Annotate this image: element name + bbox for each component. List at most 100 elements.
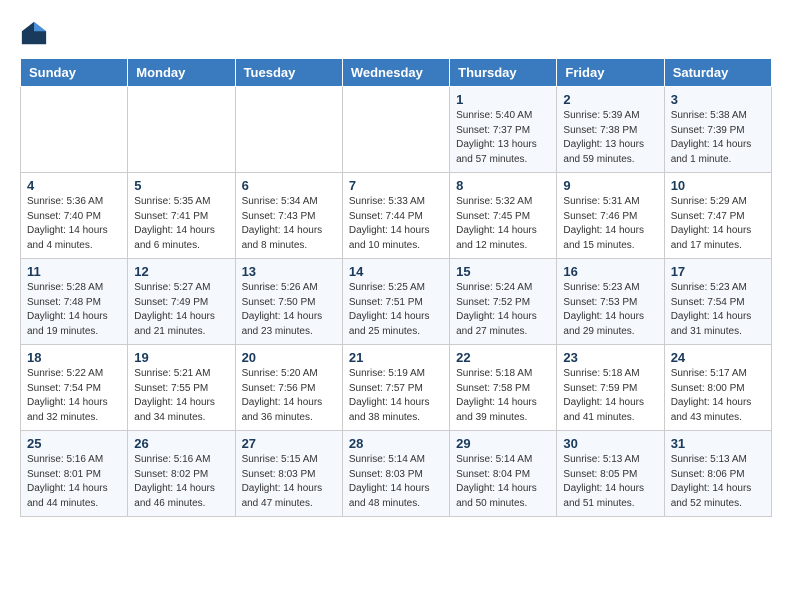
day-number: 29 bbox=[456, 436, 550, 451]
calendar-cell: 15 Sunrise: 5:24 AM Sunset: 7:52 PM Dayli… bbox=[450, 259, 557, 345]
cell-info: Sunrise: 5:23 AM Sunset: 7:54 PM Dayligh… bbox=[671, 281, 765, 339]
calendar-cell: 16Sunrise: 5:23 AM Sunset: 7:53 PM Dayli… bbox=[557, 259, 664, 345]
cell-info: Sunrise: 5:27 AM Sunset: 7:49 PM Dayligh… bbox=[134, 281, 228, 339]
calendar-week-row: 11Sunrise: 5:28 AM Sunset: 7:48 PM Dayli… bbox=[21, 259, 772, 345]
calendar-cell: 20 Sunrise: 5:20 AM Sunset: 7:56 PM Dayli… bbox=[235, 345, 342, 431]
day-number: 8 bbox=[456, 178, 550, 193]
calendar-table: SundayMondayTuesdayWednesdayThursdayFrid… bbox=[20, 58, 772, 517]
day-number: 20 bbox=[242, 350, 336, 365]
header-day: Thursday bbox=[450, 59, 557, 87]
day-number: 10 bbox=[671, 178, 765, 193]
calendar-cell bbox=[342, 87, 449, 173]
cell-info: Sunrise: 5:31 AM Sunset: 7:46 PM Dayligh… bbox=[563, 195, 657, 253]
cell-info: Sunrise: 5:15 AM Sunset: 8:03 PM Dayligh… bbox=[242, 453, 336, 511]
calendar-cell: 9 Sunrise: 5:31 AM Sunset: 7:46 PM Daylig… bbox=[557, 173, 664, 259]
logo bbox=[20, 20, 52, 48]
day-number: 28 bbox=[349, 436, 443, 451]
cell-info: Sunrise: 5:33 AM Sunset: 7:44 PM Dayligh… bbox=[349, 195, 443, 253]
header-row: SundayMondayTuesdayWednesdayThursdayFrid… bbox=[21, 59, 772, 87]
calendar-cell: 13Sunrise: 5:26 AM Sunset: 7:50 PM Dayli… bbox=[235, 259, 342, 345]
header-day: Monday bbox=[128, 59, 235, 87]
cell-info: Sunrise: 5:38 AM Sunset: 7:39 PM Dayligh… bbox=[671, 109, 765, 167]
calendar-cell: 2 Sunrise: 5:39 AM Sunset: 7:38 PM Daylig… bbox=[557, 87, 664, 173]
header-day: Friday bbox=[557, 59, 664, 87]
day-number: 2 bbox=[563, 92, 657, 107]
day-number: 24 bbox=[671, 350, 765, 365]
header-day: Tuesday bbox=[235, 59, 342, 87]
cell-info: Sunrise: 5:24 AM Sunset: 7:52 PM Dayligh… bbox=[456, 281, 550, 339]
day-number: 26 bbox=[134, 436, 228, 451]
calendar-cell: 29 Sunrise: 5:14 AM Sunset: 8:04 PM Dayli… bbox=[450, 431, 557, 517]
cell-info: Sunrise: 5:18 AM Sunset: 7:59 PM Dayligh… bbox=[563, 367, 657, 425]
calendar-cell: 3 Sunrise: 5:38 AM Sunset: 7:39 PM Daylig… bbox=[664, 87, 771, 173]
day-number: 25 bbox=[27, 436, 121, 451]
cell-info: Sunrise: 5:14 AM Sunset: 8:04 PM Dayligh… bbox=[456, 453, 550, 511]
calendar-cell: 27 Sunrise: 5:15 AM Sunset: 8:03 PM Dayli… bbox=[235, 431, 342, 517]
cell-info: Sunrise: 5:35 AM Sunset: 7:41 PM Dayligh… bbox=[134, 195, 228, 253]
calendar-cell: 8 Sunrise: 5:32 AM Sunset: 7:45 PM Daylig… bbox=[450, 173, 557, 259]
calendar-cell: 30Sunrise: 5:13 AM Sunset: 8:05 PM Dayli… bbox=[557, 431, 664, 517]
cell-info: Sunrise: 5:13 AM Sunset: 8:05 PM Dayligh… bbox=[563, 453, 657, 511]
calendar-cell: 23 Sunrise: 5:18 AM Sunset: 7:59 PM Dayli… bbox=[557, 345, 664, 431]
calendar-week-row: 1Sunrise: 5:40 AM Sunset: 7:37 PM Daylig… bbox=[21, 87, 772, 173]
cell-info: Sunrise: 5:36 AM Sunset: 7:40 PM Dayligh… bbox=[27, 195, 121, 253]
cell-info: Sunrise: 5:34 AM Sunset: 7:43 PM Dayligh… bbox=[242, 195, 336, 253]
day-number: 1 bbox=[456, 92, 550, 107]
calendar-cell: 7Sunrise: 5:33 AM Sunset: 7:44 PM Daylig… bbox=[342, 173, 449, 259]
cell-info: Sunrise: 5:28 AM Sunset: 7:48 PM Dayligh… bbox=[27, 281, 121, 339]
day-number: 27 bbox=[242, 436, 336, 451]
cell-info: Sunrise: 5:16 AM Sunset: 8:01 PM Dayligh… bbox=[27, 453, 121, 511]
calendar-cell: 6 Sunrise: 5:34 AM Sunset: 7:43 PM Daylig… bbox=[235, 173, 342, 259]
calendar-week-row: 18 Sunrise: 5:22 AM Sunset: 7:54 PM Dayli… bbox=[21, 345, 772, 431]
calendar-body: 1Sunrise: 5:40 AM Sunset: 7:37 PM Daylig… bbox=[21, 87, 772, 517]
cell-info: Sunrise: 5:26 AM Sunset: 7:50 PM Dayligh… bbox=[242, 281, 336, 339]
calendar-cell bbox=[21, 87, 128, 173]
calendar-cell: 4Sunrise: 5:36 AM Sunset: 7:40 PM Daylig… bbox=[21, 173, 128, 259]
cell-info: Sunrise: 5:14 AM Sunset: 8:03 PM Dayligh… bbox=[349, 453, 443, 511]
cell-info: Sunrise: 5:20 AM Sunset: 7:56 PM Dayligh… bbox=[242, 367, 336, 425]
calendar-cell: 19Sunrise: 5:21 AM Sunset: 7:55 PM Dayli… bbox=[128, 345, 235, 431]
calendar-cell bbox=[128, 87, 235, 173]
calendar-week-row: 4Sunrise: 5:36 AM Sunset: 7:40 PM Daylig… bbox=[21, 173, 772, 259]
day-number: 5 bbox=[134, 178, 228, 193]
day-number: 16 bbox=[563, 264, 657, 279]
calendar-cell: 12Sunrise: 5:27 AM Sunset: 7:49 PM Dayli… bbox=[128, 259, 235, 345]
day-number: 14 bbox=[349, 264, 443, 279]
calendar-cell: 5 Sunrise: 5:35 AM Sunset: 7:41 PM Daylig… bbox=[128, 173, 235, 259]
day-number: 3 bbox=[671, 92, 765, 107]
cell-info: Sunrise: 5:25 AM Sunset: 7:51 PM Dayligh… bbox=[349, 281, 443, 339]
cell-info: Sunrise: 5:21 AM Sunset: 7:55 PM Dayligh… bbox=[134, 367, 228, 425]
calendar-cell: 21Sunrise: 5:19 AM Sunset: 7:57 PM Dayli… bbox=[342, 345, 449, 431]
cell-info: Sunrise: 5:29 AM Sunset: 7:47 PM Dayligh… bbox=[671, 195, 765, 253]
day-number: 17 bbox=[671, 264, 765, 279]
day-number: 15 bbox=[456, 264, 550, 279]
calendar-cell: 14 Sunrise: 5:25 AM Sunset: 7:51 PM Dayli… bbox=[342, 259, 449, 345]
header-day: Saturday bbox=[664, 59, 771, 87]
day-number: 18 bbox=[27, 350, 121, 365]
calendar-cell: 1Sunrise: 5:40 AM Sunset: 7:37 PM Daylig… bbox=[450, 87, 557, 173]
calendar-header: SundayMondayTuesdayWednesdayThursdayFrid… bbox=[21, 59, 772, 87]
calendar-cell: 17 Sunrise: 5:23 AM Sunset: 7:54 PM Dayli… bbox=[664, 259, 771, 345]
calendar-cell: 11Sunrise: 5:28 AM Sunset: 7:48 PM Dayli… bbox=[21, 259, 128, 345]
cell-info: Sunrise: 5:13 AM Sunset: 8:06 PM Dayligh… bbox=[671, 453, 765, 511]
calendar-cell: 25 Sunrise: 5:16 AM Sunset: 8:01 PM Dayli… bbox=[21, 431, 128, 517]
calendar-cell bbox=[235, 87, 342, 173]
calendar-cell: 18 Sunrise: 5:22 AM Sunset: 7:54 PM Dayli… bbox=[21, 345, 128, 431]
cell-info: Sunrise: 5:22 AM Sunset: 7:54 PM Dayligh… bbox=[27, 367, 121, 425]
day-number: 31 bbox=[671, 436, 765, 451]
day-number: 23 bbox=[563, 350, 657, 365]
calendar-cell: 26 Sunrise: 5:16 AM Sunset: 8:02 PM Dayli… bbox=[128, 431, 235, 517]
day-number: 6 bbox=[242, 178, 336, 193]
cell-info: Sunrise: 5:32 AM Sunset: 7:45 PM Dayligh… bbox=[456, 195, 550, 253]
page-header bbox=[20, 20, 772, 48]
logo-icon bbox=[20, 20, 48, 48]
day-number: 9 bbox=[563, 178, 657, 193]
cell-info: Sunrise: 5:18 AM Sunset: 7:58 PM Dayligh… bbox=[456, 367, 550, 425]
day-number: 22 bbox=[456, 350, 550, 365]
calendar-cell: 28 Sunrise: 5:14 AM Sunset: 8:03 PM Dayli… bbox=[342, 431, 449, 517]
cell-info: Sunrise: 5:19 AM Sunset: 7:57 PM Dayligh… bbox=[349, 367, 443, 425]
calendar-week-row: 25 Sunrise: 5:16 AM Sunset: 8:01 PM Dayli… bbox=[21, 431, 772, 517]
cell-info: Sunrise: 5:39 AM Sunset: 7:38 PM Dayligh… bbox=[563, 109, 657, 167]
cell-info: Sunrise: 5:16 AM Sunset: 8:02 PM Dayligh… bbox=[134, 453, 228, 511]
header-day: Wednesday bbox=[342, 59, 449, 87]
